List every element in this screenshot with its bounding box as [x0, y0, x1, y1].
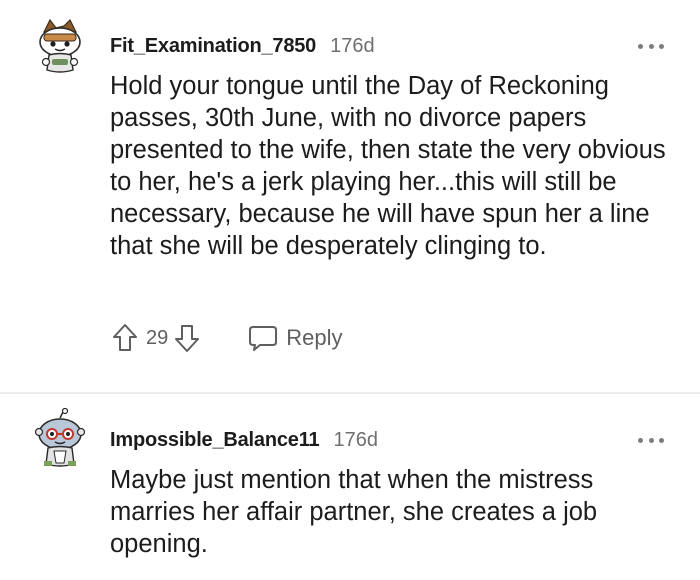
comment-meta: Fit_Examination_7850 176d — [110, 33, 375, 59]
downvote-button[interactable] — [172, 321, 202, 355]
downvote-arrow-icon — [175, 325, 200, 352]
vote-score: 29 — [146, 326, 169, 349]
avatar[interactable] — [34, 18, 86, 76]
dot-icon — [659, 437, 664, 443]
more-options-button[interactable] — [638, 41, 664, 51]
username[interactable]: Fit_Examination_7850 — [110, 35, 316, 58]
comment-age: 176d — [330, 34, 375, 57]
comment-age: 176d — [333, 428, 378, 451]
comment-body: Maybe just mention that when the mistres… — [110, 466, 598, 558]
upvote-button[interactable] — [110, 321, 140, 355]
comment-actions: 29 Reply — [110, 320, 343, 356]
dot-icon — [648, 437, 654, 443]
username[interactable]: Impossible_Balance11 — [110, 429, 320, 452]
dot-icon — [638, 43, 643, 49]
dot-icon — [638, 437, 643, 443]
snoo-avatar-icon — [34, 407, 86, 467]
reply-label: Reply — [286, 325, 343, 350]
dot-icon — [648, 43, 654, 49]
snoo-avatar-icon — [39, 18, 81, 73]
comment: Impossible_Balance11 176d Maybe just men… — [0, 394, 700, 580]
avatar[interactable] — [34, 407, 86, 467]
comment-body: Hold your tongue until the Day of Reckon… — [110, 72, 666, 260]
comment-meta: Impossible_Balance11 176d — [110, 427, 378, 453]
upvote-arrow-icon — [113, 324, 137, 351]
reply-button[interactable]: Reply — [248, 324, 343, 352]
more-options-button[interactable] — [638, 435, 664, 445]
reply-bubble-icon — [249, 326, 278, 351]
comment: Fit_Examination_7850 176d Hold your tong… — [0, 0, 700, 393]
dot-icon — [659, 43, 664, 49]
